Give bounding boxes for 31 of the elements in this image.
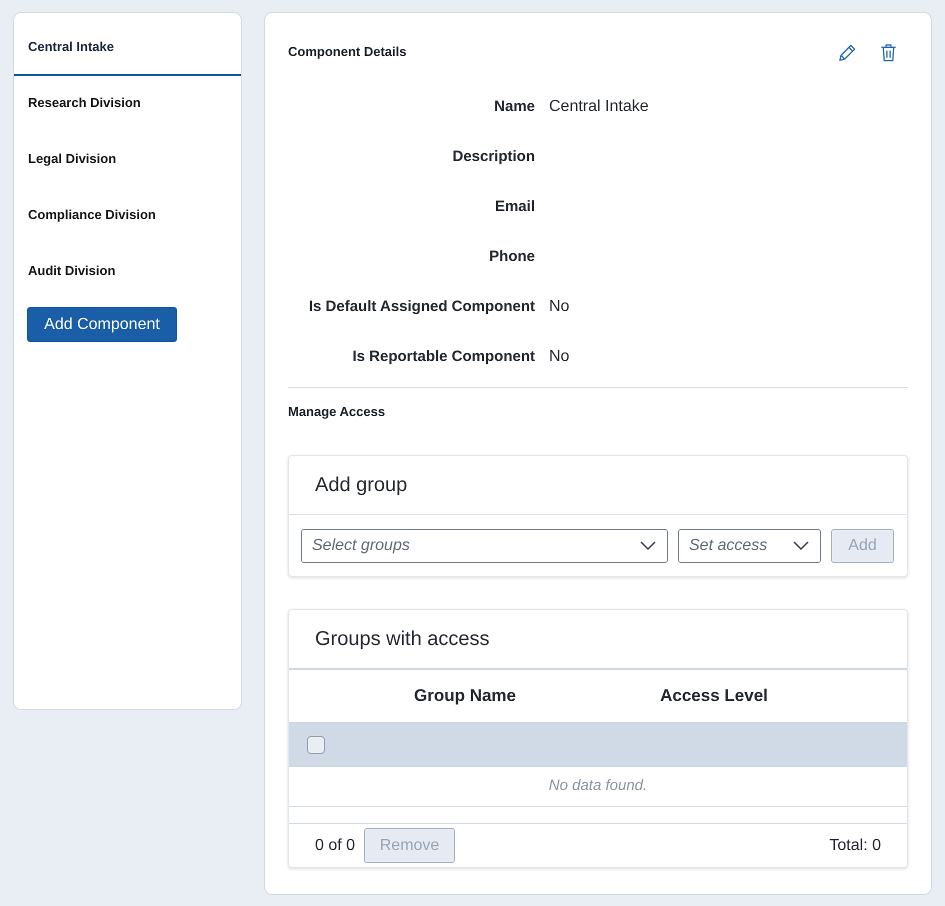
selection-count: 0 of 0	[315, 836, 356, 856]
field-label: Name	[493, 96, 535, 117]
card-title: Add group	[289, 456, 907, 515]
sidebar-item[interactable]: Audit Division	[14, 244, 241, 300]
sidebar-item[interactable]: Central Intake	[14, 20, 241, 76]
select-all-checkbox[interactable]	[307, 736, 325, 754]
field-label: Email	[494, 196, 535, 217]
empty-message: No data found.	[548, 776, 648, 796]
field-label: Description	[451, 146, 535, 167]
trash-icon[interactable]	[879, 42, 898, 62]
pencil-icon[interactable]	[838, 42, 857, 62]
groups-select[interactable]: Select groups	[301, 529, 668, 563]
sidebar-item[interactable]: Legal Division	[14, 132, 241, 188]
access-select[interactable]: Set access	[678, 529, 821, 563]
section-title: Component Details	[288, 43, 406, 62]
field-value: Central Intake	[549, 97, 650, 117]
field-value: No	[549, 347, 570, 367]
sidebar-item[interactable]: Research Division	[14, 76, 241, 132]
card-title: Groups with access	[289, 610, 907, 670]
chevron-down-icon	[640, 541, 656, 550]
column-header: Access Level	[659, 685, 769, 708]
column-header: Group Name	[412, 685, 518, 708]
total-count: Total: 0	[829, 836, 881, 856]
field-label: Phone	[488, 246, 535, 267]
sidebar-item[interactable]: Compliance Division	[14, 188, 241, 244]
section-title: Manage Access	[288, 404, 386, 420]
add-component-button[interactable]: Add Component	[27, 307, 177, 342]
field-label: Is Reportable Component	[351, 346, 535, 367]
field-value: No	[549, 297, 570, 317]
field-label: Is Default Assigned Component	[308, 296, 535, 317]
chevron-down-icon	[793, 541, 809, 550]
